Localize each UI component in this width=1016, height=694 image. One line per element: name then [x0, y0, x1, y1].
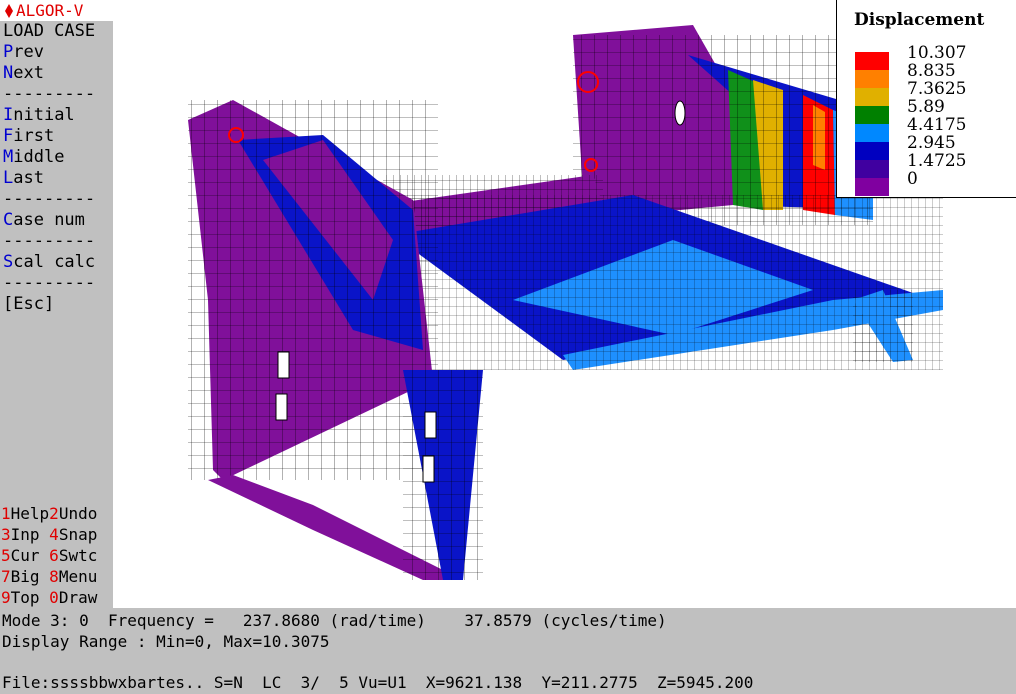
function-key-label[interactable]: Undo — [59, 504, 98, 523]
legend-value: 5.89 — [907, 97, 945, 117]
legend-swatch — [855, 88, 889, 106]
menu-hotkey: S — [3, 252, 14, 272]
function-key-number: 3 — [1, 525, 11, 544]
menu-item[interactable]: Initial — [3, 105, 75, 126]
app-title: ALGOR-V — [16, 1, 84, 20]
menu-item-label: --------- — [3, 84, 96, 104]
legend-swatch — [855, 124, 889, 142]
legend-swatch — [855, 142, 889, 160]
legend-swatch — [855, 106, 889, 124]
fem-mesh — [188, 25, 943, 580]
function-key-number: 9 — [1, 588, 11, 607]
file-info-line: File:ssssbbwxbartes.. S=N LC 3/ 5 Vu=U1 … — [2, 673, 754, 692]
legend-swatch — [855, 70, 889, 88]
legend-swatch — [855, 178, 889, 196]
menu-item-label: --------- — [3, 189, 96, 209]
function-key-label[interactable]: Help — [11, 504, 50, 523]
menu-item-label: rev — [13, 42, 44, 62]
function-key-label[interactable]: Draw — [59, 588, 98, 607]
function-key-label[interactable]: Swtc — [59, 546, 98, 565]
menu-item-label: ext — [13, 63, 44, 83]
displacement-legend: Displacement 10.307 8.835 7.3625 5.89 4.4175… — [836, 0, 1016, 198]
function-key-number: 0 — [49, 588, 59, 607]
function-key-label[interactable]: Cur — [11, 546, 50, 565]
menu-item[interactable]: Scal calc — [3, 252, 95, 273]
function-key-number: 4 — [49, 525, 59, 544]
menu-hotkey: L — [3, 168, 14, 188]
menu-separator: --------- — [3, 231, 95, 252]
menu-item-label: LOAD CASE — [3, 21, 96, 41]
function-key-label[interactable]: Top — [11, 588, 50, 607]
mode-frequency-line: Mode 3: 0 Frequency = 237.8680 (rad/time… — [2, 611, 667, 630]
status-panel: Mode 3: 0 Frequency = 237.8680 (rad/time… — [0, 608, 1016, 694]
menu-hotkey: F — [3, 126, 14, 146]
legend-value: 7.3625 — [907, 79, 967, 99]
menu-separator: --------- — [3, 273, 95, 294]
function-key-label[interactable]: Menu — [59, 567, 98, 586]
menu-item-label: ast — [13, 168, 44, 188]
command-menu: ALGOR-V LOAD CASE Prev Next --------- Initia… — [0, 0, 113, 608]
function-key-row: 9Top 0Draw — [1, 587, 97, 608]
function-key-number: 2 — [49, 504, 59, 523]
legend-swatch — [855, 52, 889, 70]
legend-value: 0 — [907, 169, 918, 189]
menu-item-label: --------- — [3, 273, 96, 293]
menu-item-label: [Esc] — [3, 294, 55, 314]
menu-hotkey: P — [3, 42, 14, 62]
function-key-row: 7Big 8Menu — [1, 566, 97, 587]
legend-value: 10.307 — [907, 43, 967, 63]
legend-value: 4.4175 — [907, 115, 967, 135]
menu-item-label: nitial — [13, 105, 75, 125]
function-key-row: 5Cur 6Swtc — [1, 545, 97, 566]
legend-value: 2.945 — [907, 133, 956, 153]
display-range-line: Display Range : Min=0, Max=10.3075 — [2, 632, 330, 651]
legend-swatch — [855, 160, 889, 178]
menu-hotkey: N — [3, 63, 14, 83]
menu-item-label: cal calc — [13, 252, 96, 272]
menu-hotkey: C — [3, 210, 14, 230]
menu-hotkey: M — [3, 147, 14, 167]
function-key-label[interactable]: Snap — [59, 525, 98, 544]
menu-separator: --------- — [3, 84, 95, 105]
legend-value: 1.4725 — [907, 151, 967, 171]
function-key-number: 7 — [1, 567, 11, 586]
menu-item[interactable]: Prev — [3, 42, 44, 63]
legend-title: Displacement — [854, 10, 985, 30]
function-key-row: 1Help2Undo — [1, 503, 97, 524]
function-key-row: 3Inp 4Snap — [1, 524, 97, 545]
function-key-number: 5 — [1, 546, 11, 565]
function-key-number: 6 — [49, 546, 59, 565]
function-key-number: 8 — [49, 567, 59, 586]
function-key-number: 1 — [1, 504, 11, 523]
menu-item[interactable]: [Esc] — [3, 294, 54, 315]
menu-hotkey: I — [3, 105, 14, 125]
menu-item[interactable]: Middle — [3, 147, 64, 168]
menu-item-label: --------- — [3, 231, 96, 251]
menu-item[interactable]: Case num — [3, 210, 85, 231]
function-key-label[interactable]: Big — [11, 567, 50, 586]
menu-item[interactable]: First — [3, 126, 54, 147]
red-diamond-icon — [5, 3, 13, 18]
menu-item[interactable]: Last — [3, 168, 44, 189]
menu-item-label: irst — [13, 126, 55, 146]
app-title-bar: ALGOR-V — [0, 0, 113, 21]
menu-item-label: iddle — [13, 147, 65, 167]
menu-item[interactable]: Next — [3, 63, 44, 84]
menu-item: LOAD CASE — [3, 21, 95, 42]
menu-item-label: ase num — [13, 210, 85, 230]
function-key-label[interactable]: Inp — [11, 525, 50, 544]
legend-value: 8.835 — [907, 61, 956, 81]
menu-separator: --------- — [3, 189, 95, 210]
